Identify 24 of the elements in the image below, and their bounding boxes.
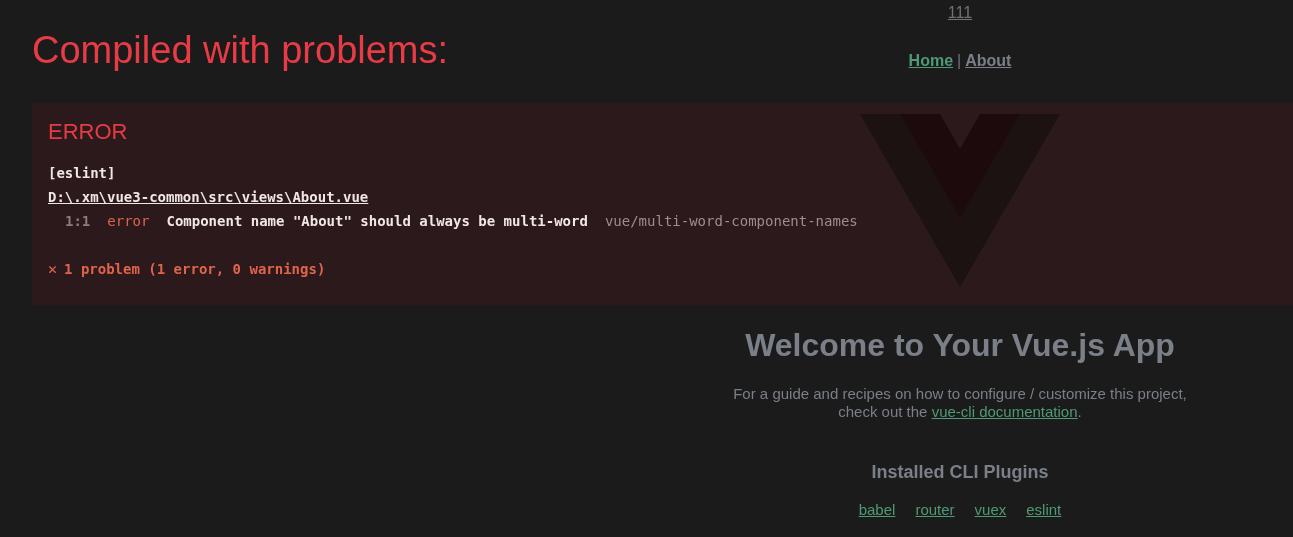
error-source: [eslint]	[48, 164, 117, 183]
file-path-link[interactable]: D:\.xm\vue3-common\src\views\About.vue	[48, 185, 369, 209]
summary-text: 1 problem (1 error, 0 warnings)	[64, 260, 326, 279]
error-message: Component name "About" should always be multi-word	[166, 212, 588, 231]
nav-link[interactable]: About	[965, 51, 1012, 71]
period-text: .	[1077, 403, 1082, 421]
rule-name: vue/multi-word-component-names	[604, 212, 858, 231]
section-heading: Installed CLI Plugins	[871, 461, 1049, 483]
intro-text: For a guide and recipes on how to configure / customize this project,	[733, 385, 1187, 403]
intro-text: check out the	[838, 403, 929, 421]
error-label: ERROR	[48, 119, 129, 145]
nav-link[interactable]: Home	[908, 51, 954, 71]
severity-text: error	[107, 212, 150, 231]
page-link[interactable]: 111	[947, 4, 973, 22]
position-text: 1:1	[65, 212, 91, 231]
plugin-link[interactable]: eslint	[1026, 501, 1062, 519]
documentation-link[interactable]: vue-cli documentation	[931, 403, 1078, 421]
nav-separator: |	[957, 51, 962, 71]
plugin-link[interactable]: router	[915, 501, 955, 519]
plugin-link[interactable]: vuex	[974, 501, 1007, 519]
page-heading: Welcome to Your Vue.js App	[745, 327, 1175, 363]
plugin-link[interactable]: babel	[858, 501, 896, 519]
overlay-title: Compiled with problems:	[32, 28, 449, 72]
cross-icon: ✕	[48, 257, 58, 281]
